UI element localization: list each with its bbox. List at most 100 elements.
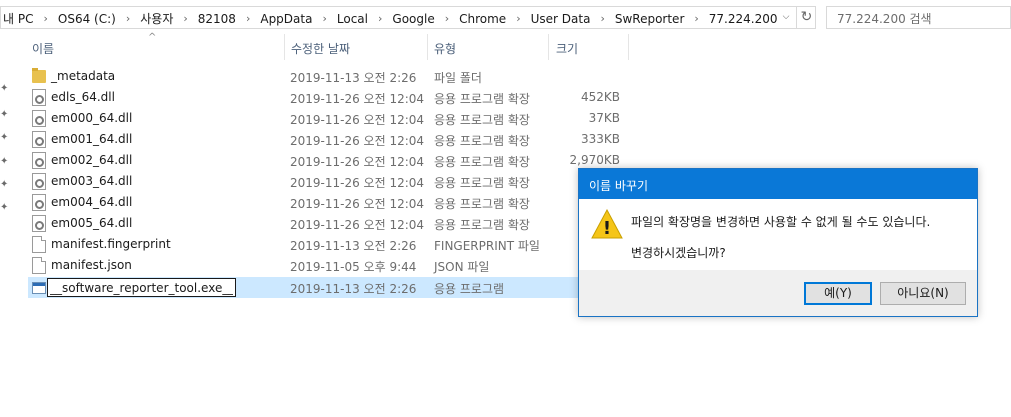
column-header-size[interactable]: 크기 xyxy=(556,40,578,57)
file-size: 333KB xyxy=(580,132,620,146)
breadcrumb-separator[interactable]: › xyxy=(35,12,55,25)
file-name: _metadata xyxy=(51,69,116,83)
pin-icon[interactable]: ✦ xyxy=(0,133,8,143)
warning-icon: ! xyxy=(591,209,623,239)
rename-input[interactable] xyxy=(50,280,233,295)
file-date: 2019-11-26 오전 12:04 xyxy=(290,113,425,127)
file-date: 2019-11-26 오전 12:04 xyxy=(290,176,425,190)
breadcrumb-separator[interactable]: › xyxy=(238,12,258,25)
file-name: manifest.fingerprint xyxy=(51,237,171,251)
column-header-name[interactable]: 이름 xyxy=(32,40,54,57)
column-header-type[interactable]: 유형 xyxy=(434,40,456,57)
file-type: JSON 파일 xyxy=(434,260,490,274)
file-type: 응용 프로그램 확장 xyxy=(434,155,530,169)
pin-icon[interactable]: ✦ xyxy=(0,203,8,213)
breadcrumb-separator[interactable]: › xyxy=(686,12,706,25)
column-header-date[interactable]: 수정한 날짜 xyxy=(291,40,350,57)
breadcrumb-separator[interactable]: › xyxy=(370,12,390,25)
dll-file-icon xyxy=(32,215,46,232)
file-row[interactable]: em005_64.dll 2019-11-26 오전 12:04 응용 프로그램… xyxy=(28,213,628,234)
chevron-down-icon[interactable]: ⌵ xyxy=(779,9,793,26)
file-date: 2019-11-26 오전 12:04 xyxy=(290,218,425,232)
file-row-selected[interactable]: 2019-11-13 오전 2:26 응용 프로그램 1 xyxy=(28,277,628,298)
pin-icon[interactable]: ✦ xyxy=(0,157,8,167)
file-date: 2019-11-26 오전 12:04 xyxy=(290,155,425,169)
file-type: 파일 폴더 xyxy=(434,71,482,85)
file-row[interactable]: em002_64.dll 2019-11-26 오전 12:04 응용 프로그램… xyxy=(28,150,628,171)
dialog-message: 파일의 확장명을 변경하면 사용할 수 없게 될 수도 있습니다. xyxy=(631,215,931,229)
dll-file-icon xyxy=(32,89,46,106)
breadcrumb-item-drive[interactable]: OS64 (C:) xyxy=(56,12,118,26)
file-name: manifest.json xyxy=(51,258,132,272)
file-row[interactable]: em003_64.dll 2019-11-26 오전 12:04 응용 프로그램… xyxy=(28,171,628,192)
dll-file-icon xyxy=(32,131,46,148)
warning-glyph: ! xyxy=(603,218,611,239)
column-divider[interactable] xyxy=(548,34,549,60)
no-button[interactable]: 아니요(N) xyxy=(880,282,966,305)
file-row[interactable]: edls_64.dll 2019-11-26 오전 12:04 응용 프로그램 … xyxy=(28,87,628,108)
column-divider[interactable] xyxy=(427,34,428,60)
file-size: 452KB xyxy=(580,90,620,104)
breadcrumb-item-user-data[interactable]: User Data xyxy=(529,12,593,26)
file-name: edls_64.dll xyxy=(51,90,115,104)
file-row[interactable]: _metadata 2019-11-13 오전 2:26 파일 폴더 xyxy=(28,66,628,87)
dialog-question: 변경하시겠습니까? xyxy=(631,246,726,260)
file-size: 37KB xyxy=(588,111,620,125)
breadcrumb-separator[interactable]: › xyxy=(175,12,195,25)
file-date: 2019-11-13 오전 2:26 xyxy=(290,282,417,296)
breadcrumb-separator[interactable]: › xyxy=(314,12,334,25)
dll-file-icon xyxy=(32,110,46,127)
file-date: 2019-11-13 오전 2:26 xyxy=(290,71,417,85)
file-type: 응용 프로그램 확장 xyxy=(434,92,530,106)
file-type: 응용 프로그램 확장 xyxy=(434,134,530,148)
search-input[interactable]: 77.224.200 검색 xyxy=(826,6,1011,29)
breadcrumb-item-this-pc[interactable]: 내 PC xyxy=(1,10,35,27)
dialog-title-bar[interactable]: 이름 바꾸기 xyxy=(579,169,977,199)
breadcrumb-item-appdata[interactable]: AppData xyxy=(258,12,314,26)
file-row[interactable]: em000_64.dll 2019-11-26 오전 12:04 응용 프로그램… xyxy=(28,108,628,129)
file-type: 응용 프로그램 확장 xyxy=(434,113,530,127)
file-type: 응용 프로그램 xyxy=(434,282,505,296)
file-name: em003_64.dll xyxy=(51,174,133,188)
file-row[interactable]: manifest.fingerprint 2019-11-13 오전 2:26 … xyxy=(28,234,628,255)
pin-icon[interactable]: ✦ xyxy=(0,110,8,120)
breadcrumb-item-google[interactable]: Google xyxy=(390,12,436,26)
address-bar[interactable]: 내 PC › OS64 (C:) › 사용자 › 82108 › AppData… xyxy=(0,6,816,29)
breadcrumb-item-swreporter[interactable]: SwReporter xyxy=(613,12,687,26)
rename-field[interactable] xyxy=(47,278,236,297)
breadcrumb-item-user[interactable]: 82108 xyxy=(196,12,238,26)
dialog-body: ! 파일의 확장명을 변경하면 사용할 수 없게 될 수도 있습니다. 변경하시… xyxy=(579,199,977,269)
file-date: 2019-11-26 오전 12:04 xyxy=(290,92,425,106)
file-type: 응용 프로그램 확장 xyxy=(434,197,530,211)
file-date: 2019-11-26 오전 12:04 xyxy=(290,134,425,148)
file-row[interactable]: em001_64.dll 2019-11-26 오전 12:04 응용 프로그램… xyxy=(28,129,628,150)
refresh-icon[interactable]: ↻ xyxy=(796,7,816,28)
breadcrumb-item-local[interactable]: Local xyxy=(335,12,370,26)
dll-file-icon xyxy=(32,194,46,211)
column-headers: ^ 이름 수정한 날짜 유형 크기 xyxy=(0,32,1011,60)
yes-button[interactable]: 예(Y) xyxy=(804,282,872,305)
file-type: FINGERPRINT 파일 xyxy=(434,239,540,253)
breadcrumb-item-users[interactable]: 사용자 xyxy=(138,10,175,27)
file-date: 2019-11-26 오전 12:04 xyxy=(290,197,425,211)
rename-dialog: 이름 바꾸기 ! 파일의 확장명을 변경하면 사용할 수 없게 될 수도 있습니… xyxy=(578,168,978,317)
search-placeholder: 77.224.200 검색 xyxy=(837,12,932,26)
breadcrumb-separator[interactable]: › xyxy=(118,12,138,25)
file-name: em004_64.dll xyxy=(51,195,133,209)
pin-icon[interactable]: ✦ xyxy=(0,84,8,94)
breadcrumb-item-chrome[interactable]: Chrome xyxy=(457,12,508,26)
file-row[interactable]: em004_64.dll 2019-11-26 오전 12:04 응용 프로그램… xyxy=(28,192,628,213)
breadcrumb-separator[interactable]: › xyxy=(508,12,528,25)
pin-icon[interactable]: ✦ xyxy=(0,180,8,190)
breadcrumb-item-version[interactable]: 77.224.200 xyxy=(707,12,780,26)
file-name: em001_64.dll xyxy=(51,132,133,146)
application-icon xyxy=(32,282,46,294)
file-row[interactable]: manifest.json 2019-11-05 오후 9:44 JSON 파일 xyxy=(28,255,628,276)
file-type: 응용 프로그램 확장 xyxy=(434,176,530,190)
column-divider[interactable] xyxy=(628,34,629,60)
breadcrumb-separator[interactable]: › xyxy=(437,12,457,25)
file-type: 응용 프로그램 확장 xyxy=(434,218,530,232)
breadcrumb-separator[interactable]: › xyxy=(592,12,612,25)
column-divider[interactable] xyxy=(284,34,285,60)
folder-icon xyxy=(32,68,46,83)
